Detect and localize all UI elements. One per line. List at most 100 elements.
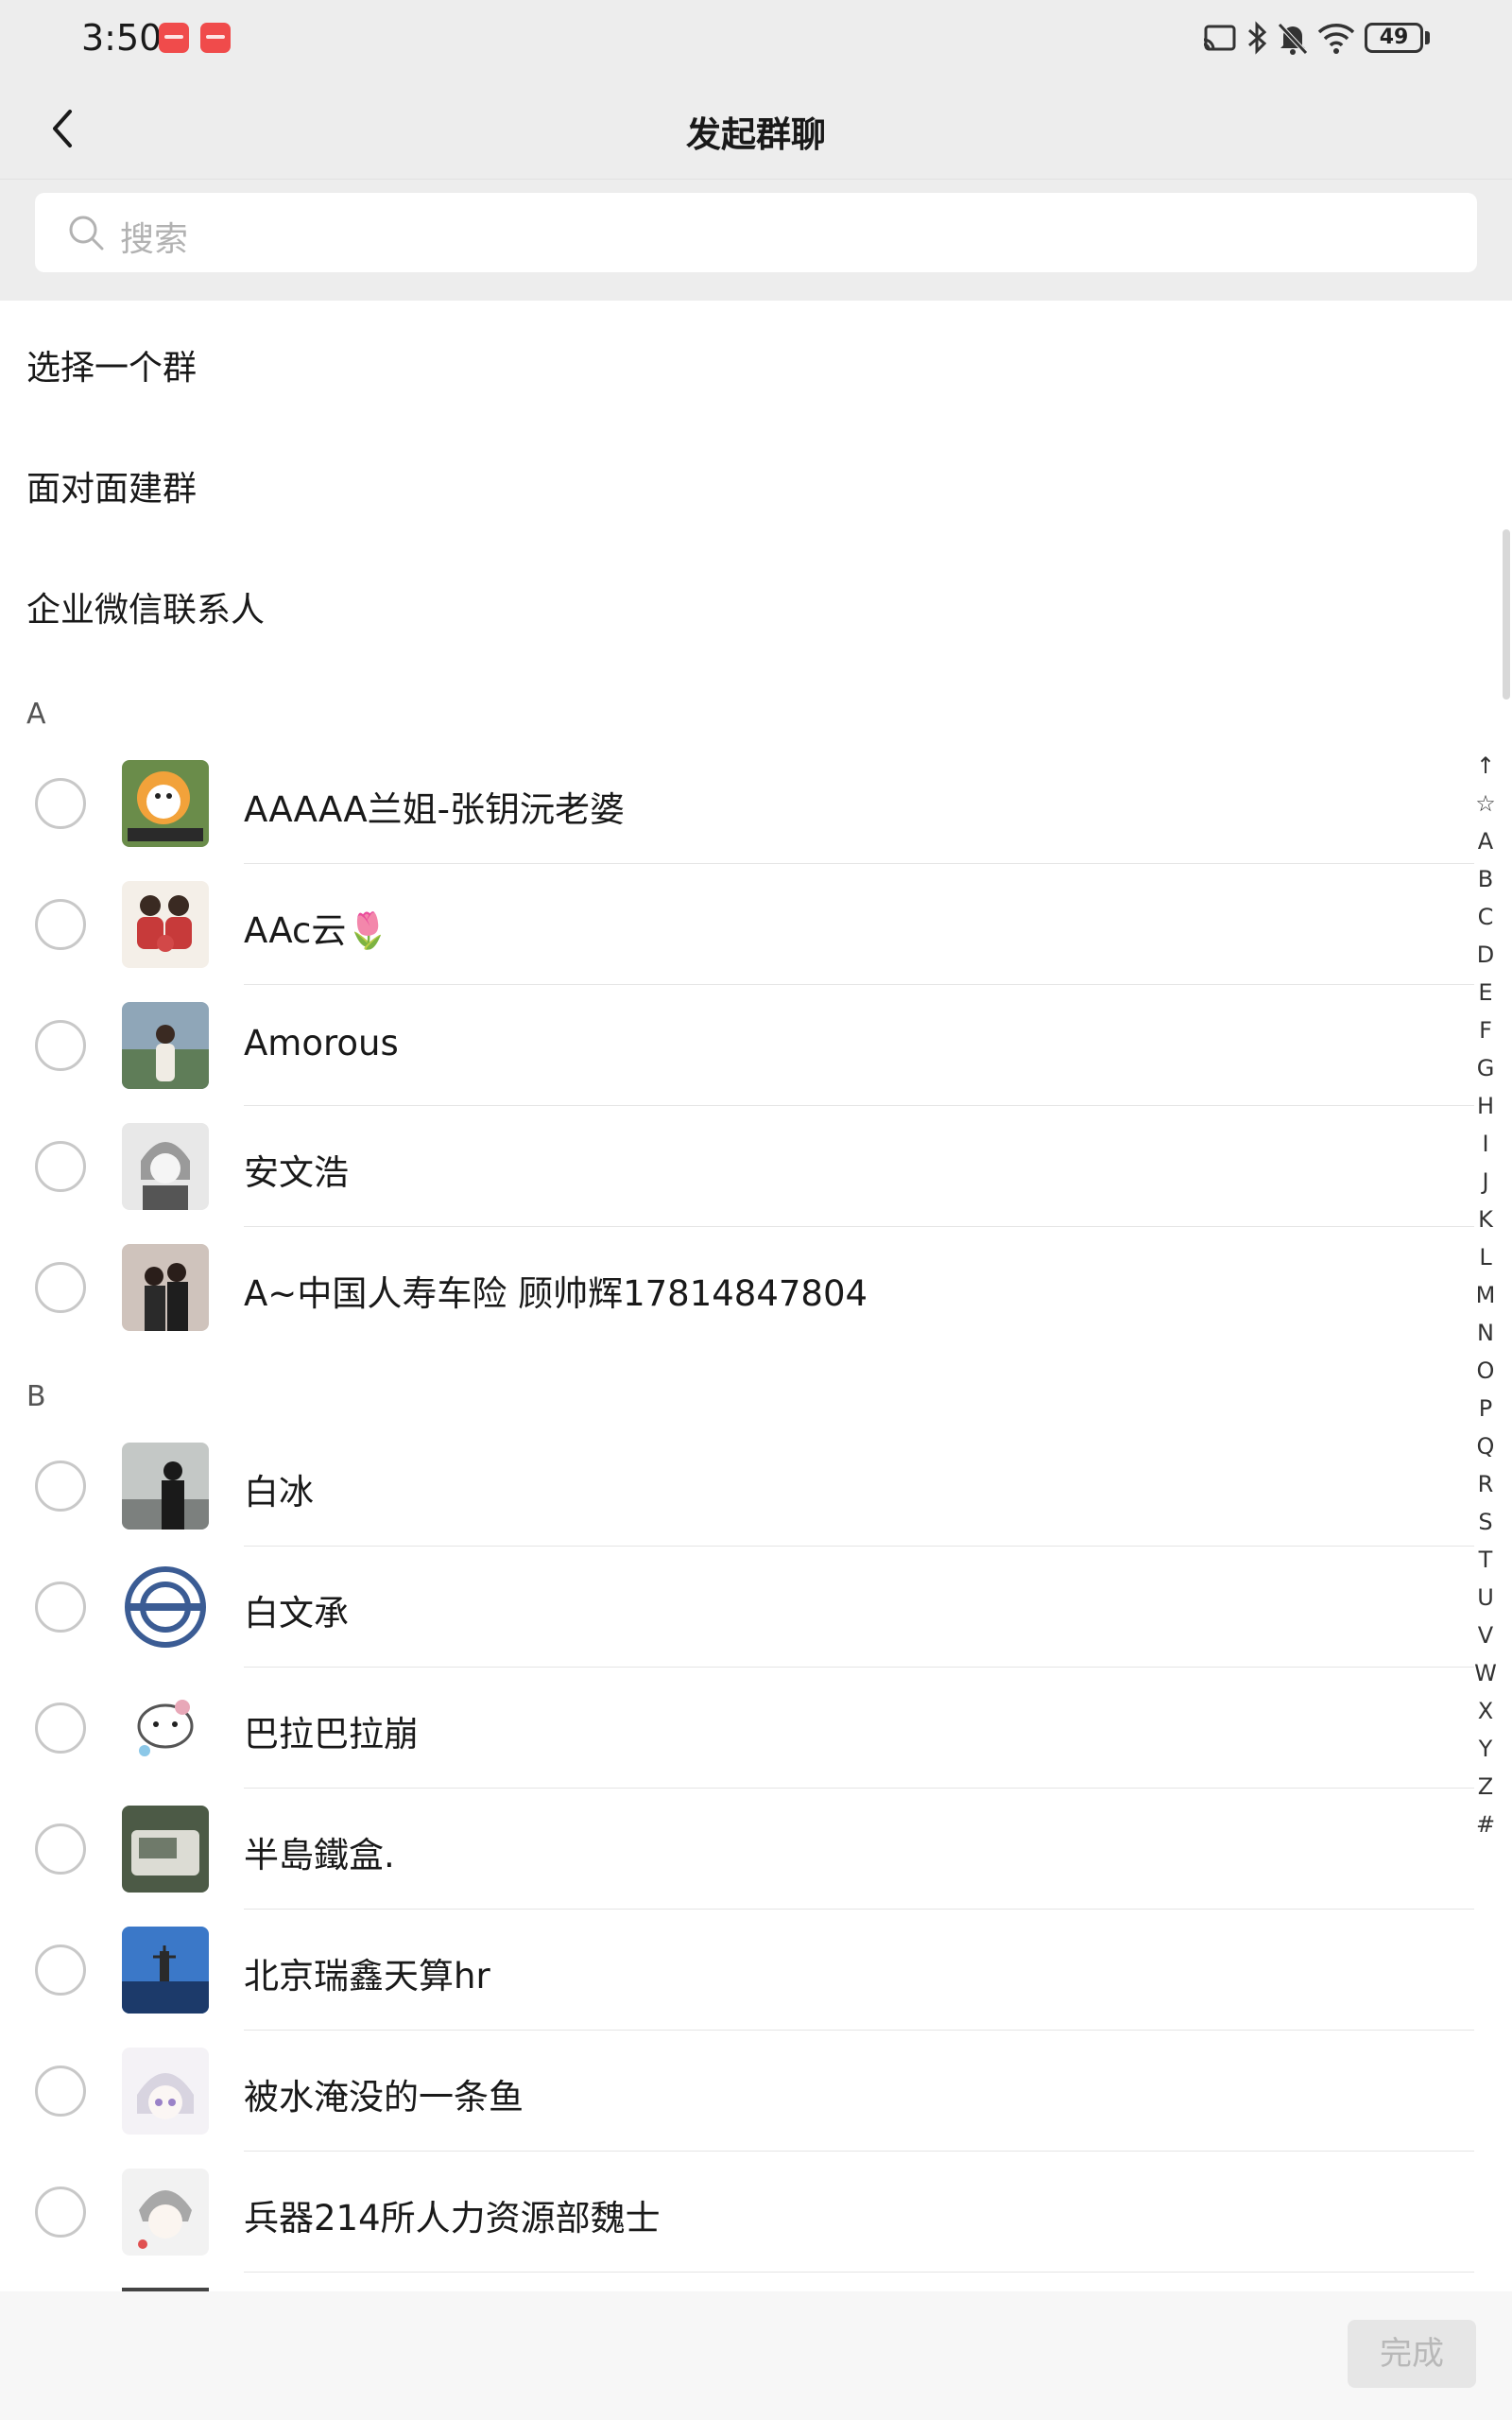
avatar bbox=[122, 1685, 209, 1772]
tulip-emoji: 🌷 bbox=[346, 910, 390, 951]
select-radio[interactable] bbox=[35, 1461, 86, 1512]
search-icon bbox=[69, 216, 104, 251]
select-radio[interactable] bbox=[35, 1141, 86, 1192]
alphabet-index[interactable]: ↑ ☆ A B C D E F G H I J K L M N O P Q R … bbox=[1470, 747, 1501, 1843]
index-letter[interactable]: G bbox=[1470, 1049, 1501, 1087]
contact-name: A~中国人寿车险 顾帅辉17814847804 bbox=[244, 1273, 868, 1314]
avatar bbox=[122, 760, 209, 847]
avatar bbox=[122, 1002, 209, 1089]
index-letter[interactable]: X bbox=[1470, 1692, 1501, 1730]
search-placeholder: 搜索 bbox=[120, 220, 189, 259]
search-input[interactable]: 搜索 bbox=[35, 193, 1477, 272]
contact-row[interactable]: Amorous bbox=[0, 985, 1474, 1106]
index-letter[interactable]: S bbox=[1470, 1503, 1501, 1541]
contact-row[interactable]: AAAAA兰姐-张钥沅老婆 bbox=[0, 743, 1474, 864]
index-letter[interactable]: A bbox=[1470, 822, 1501, 860]
index-letter[interactable]: Y bbox=[1470, 1730, 1501, 1768]
contact-row[interactable]: 巴拉巴拉崩 bbox=[0, 1668, 1474, 1789]
select-radio[interactable] bbox=[35, 1582, 86, 1633]
index-letter[interactable]: R bbox=[1470, 1465, 1501, 1503]
contact-row[interactable]: AAc云🌷 bbox=[0, 864, 1474, 985]
index-letter[interactable]: M bbox=[1470, 1276, 1501, 1314]
index-hash[interactable]: # bbox=[1470, 1806, 1501, 1843]
bottom-bar: 完成 bbox=[0, 2291, 1512, 2420]
index-letter[interactable]: E bbox=[1470, 974, 1501, 1011]
nav-bar: 发起群聊 bbox=[0, 78, 1512, 180]
contact-name: Amorous bbox=[244, 1023, 399, 1063]
select-radio[interactable] bbox=[35, 1262, 86, 1313]
menu-item-label: 企业微信联系人 bbox=[26, 591, 266, 630]
index-letter[interactable]: Q bbox=[1470, 1427, 1501, 1465]
contact-name: 半島鐵盒. bbox=[244, 1835, 395, 1876]
index-letter[interactable]: V bbox=[1470, 1616, 1501, 1654]
contact-name: AAc云🌷 bbox=[244, 910, 390, 951]
select-radio[interactable] bbox=[35, 2187, 86, 2238]
contact-name: 白文承 bbox=[244, 1593, 349, 1634]
select-radio[interactable] bbox=[35, 1703, 86, 1754]
contact-name: AAAAA兰姐-张钥沅老婆 bbox=[244, 789, 626, 830]
index-letter[interactable]: C bbox=[1470, 898, 1501, 936]
select-radio[interactable] bbox=[35, 2066, 86, 2117]
menu-item-select-group[interactable]: 选择一个群 bbox=[0, 301, 1512, 422]
select-radio[interactable] bbox=[35, 778, 86, 829]
battery-icon: 49 bbox=[1365, 23, 1423, 53]
index-letter[interactable]: U bbox=[1470, 1579, 1501, 1616]
index-letter[interactable]: B bbox=[1470, 860, 1501, 898]
bluetooth-icon bbox=[1248, 21, 1267, 55]
index-letter[interactable]: N bbox=[1470, 1314, 1501, 1352]
app-notification-icon bbox=[159, 23, 189, 53]
contact-row[interactable]: A~中国人寿车险 顾帅辉17814847804 bbox=[0, 1227, 1474, 1348]
contact-name: 兵器214所人力资源部魏士 bbox=[244, 2198, 661, 2238]
avatar bbox=[122, 1443, 209, 1530]
contact-name: 北京瑞鑫天算hr bbox=[244, 1956, 490, 1996]
select-radio[interactable] bbox=[35, 1945, 86, 1996]
contact-name: 被水淹没的一条鱼 bbox=[244, 2077, 524, 2118]
index-letter[interactable]: I bbox=[1470, 1125, 1501, 1163]
index-letter[interactable]: F bbox=[1470, 1011, 1501, 1049]
index-letter[interactable]: L bbox=[1470, 1238, 1501, 1276]
index-letter[interactable]: W bbox=[1470, 1654, 1501, 1692]
select-radio[interactable] bbox=[35, 1824, 86, 1875]
select-radio[interactable] bbox=[35, 899, 86, 950]
index-letter[interactable]: T bbox=[1470, 1541, 1501, 1579]
index-letter[interactable]: P bbox=[1470, 1390, 1501, 1427]
contact-row[interactable]: 白文承 bbox=[0, 1547, 1474, 1668]
index-letter[interactable]: K bbox=[1470, 1201, 1501, 1238]
index-letter[interactable]: O bbox=[1470, 1352, 1501, 1390]
contact-row[interactable]: 北京瑞鑫天算hr bbox=[0, 1910, 1474, 2031]
index-letter[interactable]: D bbox=[1470, 936, 1501, 974]
app-notification-icon bbox=[200, 23, 231, 53]
status-time: 3:50 bbox=[81, 17, 163, 59]
contact-name: 安文浩 bbox=[244, 1152, 349, 1193]
index-letter[interactable]: H bbox=[1470, 1087, 1501, 1125]
contact-row[interactable]: 兵器214所人力资源部魏士 bbox=[0, 2152, 1474, 2273]
contact-row[interactable]: 白冰 bbox=[0, 1426, 1474, 1547]
contact-row[interactable]: 安文浩 bbox=[0, 1106, 1474, 1227]
contact-row[interactable]: 半島鐵盒. bbox=[0, 1789, 1474, 1910]
contact-name: 巴拉巴拉崩 bbox=[244, 1714, 419, 1754]
index-letter[interactable]: J bbox=[1470, 1163, 1501, 1201]
avatar bbox=[122, 1927, 209, 2014]
menu-item-label: 选择一个群 bbox=[26, 349, 198, 388]
section-header-b: B bbox=[26, 1380, 46, 1413]
index-star[interactable]: ☆ bbox=[1470, 785, 1501, 822]
search-area: 搜索 bbox=[0, 180, 1512, 301]
menu-item-face-to-face[interactable]: 面对面建群 bbox=[0, 422, 1512, 543]
menu-item-wecom-contacts[interactable]: 企业微信联系人 bbox=[0, 543, 1512, 664]
divider bbox=[244, 2272, 1474, 2273]
section-header-a: A bbox=[26, 698, 46, 731]
index-up-arrow[interactable]: ↑ bbox=[1470, 747, 1501, 785]
avatar bbox=[122, 2169, 209, 2256]
avatar bbox=[122, 1123, 209, 1210]
avatar bbox=[122, 1244, 209, 1331]
avatar bbox=[122, 1564, 209, 1651]
done-button[interactable]: 完成 bbox=[1348, 2320, 1476, 2388]
avatar bbox=[122, 2048, 209, 2135]
mute-bell-icon bbox=[1278, 23, 1308, 55]
avatar bbox=[122, 1806, 209, 1893]
contact-row[interactable]: 被水淹没的一条鱼 bbox=[0, 2031, 1474, 2152]
menu-item-label: 面对面建群 bbox=[26, 470, 198, 509]
scrollbar[interactable] bbox=[1503, 529, 1510, 700]
select-radio[interactable] bbox=[35, 1020, 86, 1071]
index-letter[interactable]: Z bbox=[1470, 1768, 1501, 1806]
